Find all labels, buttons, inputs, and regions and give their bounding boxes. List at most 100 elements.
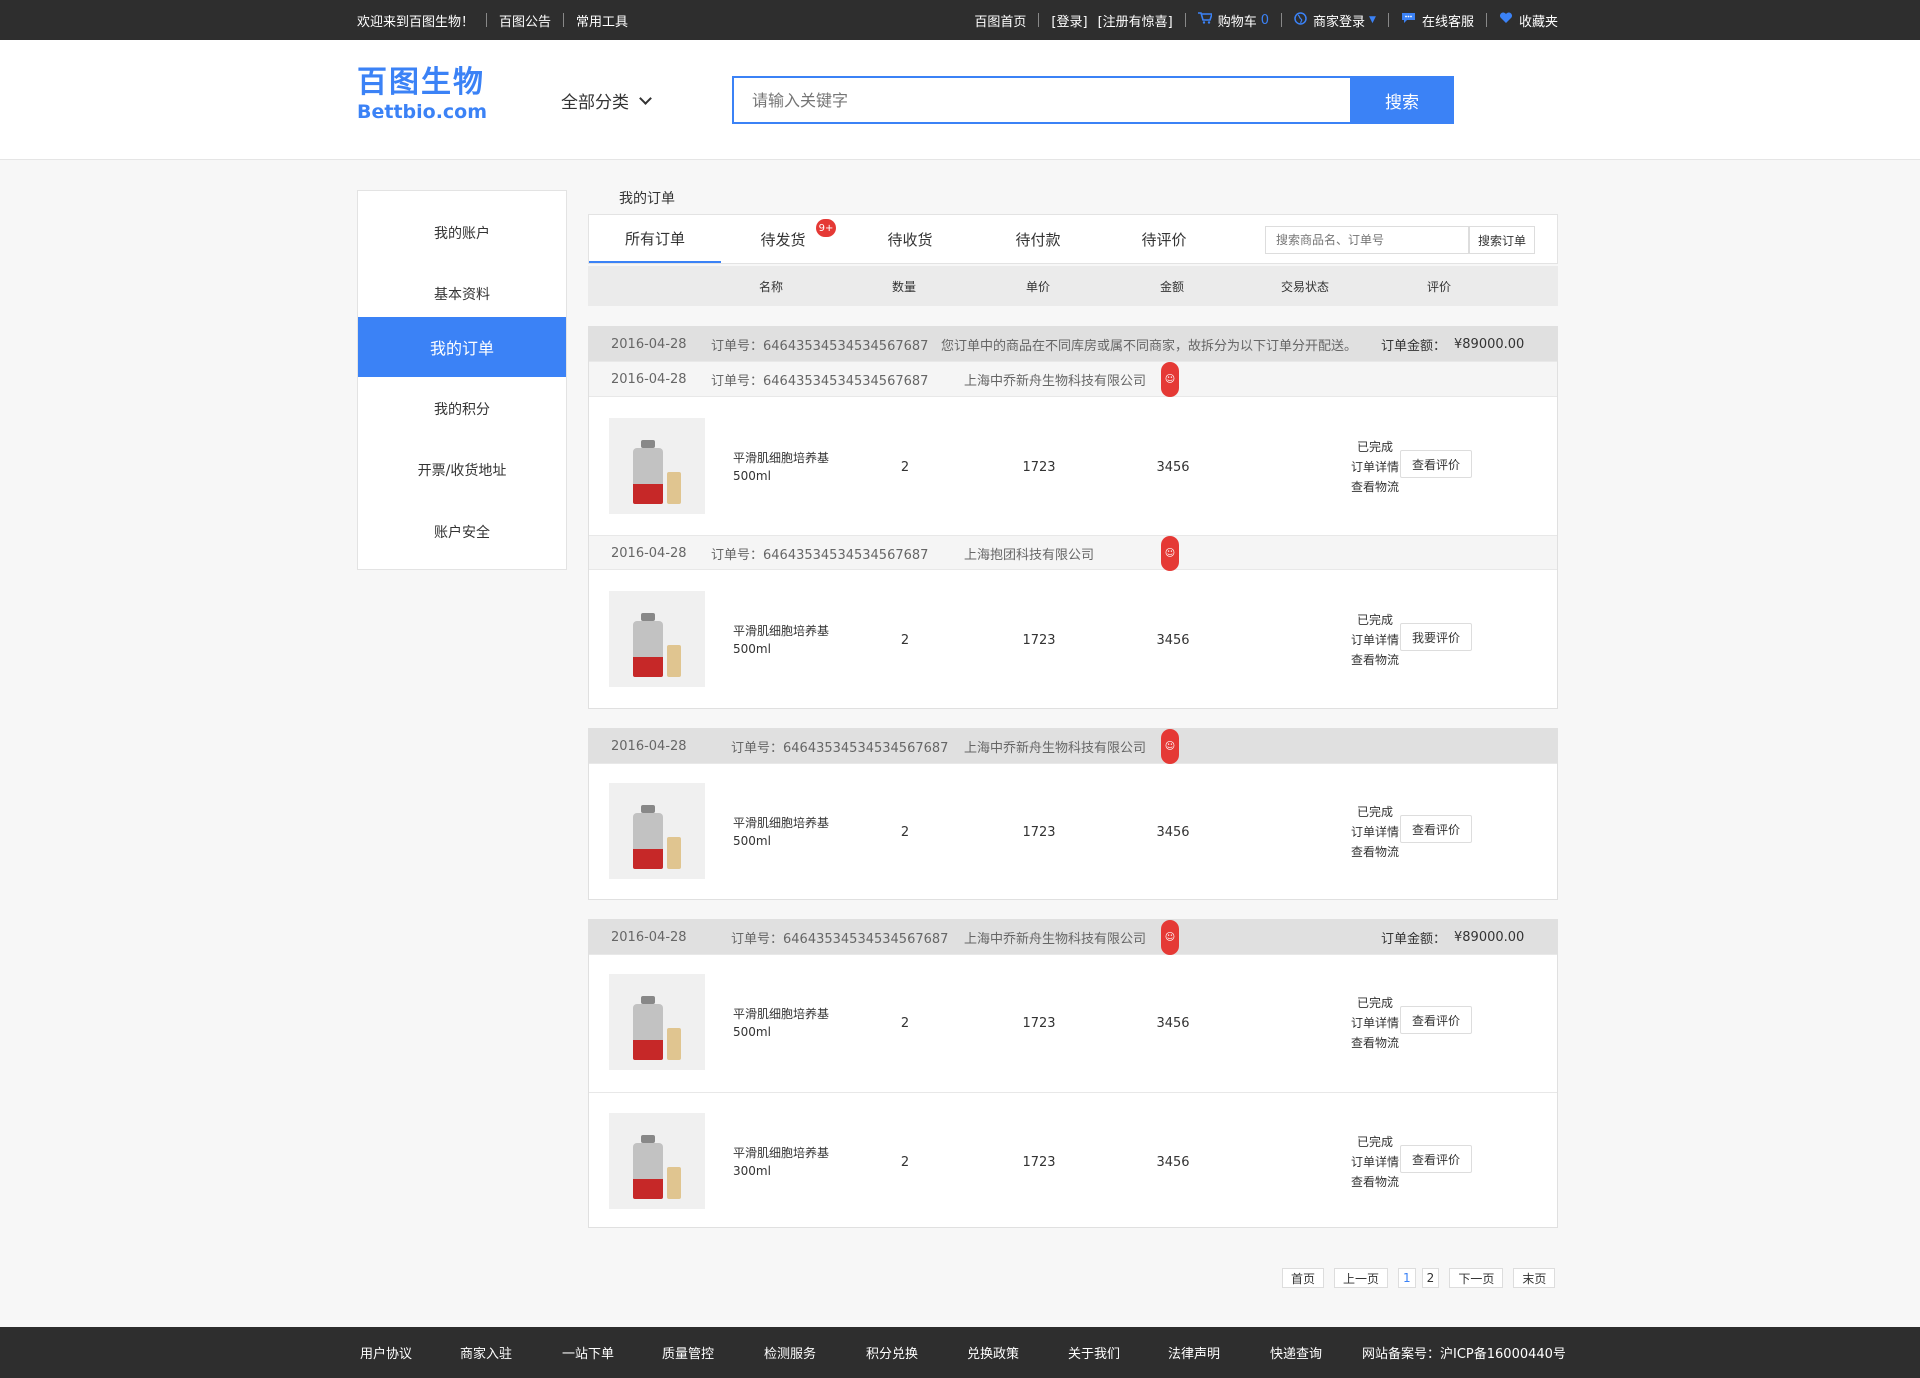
amount: 3456: [1156, 824, 1190, 840]
sidebar-item-profile[interactable]: 基本资料: [358, 264, 566, 324]
tab-all-orders[interactable]: 所有订单: [589, 215, 721, 263]
product-name[interactable]: 平滑肌细胞培养基 500ml: [733, 954, 829, 1092]
shop-name[interactable]: 上海抱团科技有限公司: [964, 536, 1094, 571]
product-image[interactable]: [609, 591, 705, 687]
tools-link[interactable]: 常用工具: [576, 11, 628, 30]
account-sidebar: 我的账户 基本资料 我的订单 我的积分 开票/收货地址 账户安全: [357, 190, 567, 570]
product-image[interactable]: [609, 783, 705, 879]
footer-link[interactable]: 法律声明: [1168, 1327, 1220, 1378]
order-number: 订单号：64643534534534567687: [711, 548, 929, 563]
product-title: 平滑肌细胞培养基: [733, 1146, 830, 1160]
order-detail-link[interactable]: 订单详情: [1351, 457, 1399, 477]
login-link[interactable]: [登录]: [1051, 11, 1087, 30]
first-page-button[interactable]: 首页: [1282, 1268, 1325, 1288]
product-name[interactable]: 平滑肌细胞培养基 500ml: [733, 398, 829, 536]
view-review-button[interactable]: 查看评价: [1400, 1145, 1472, 1173]
divider: [1281, 13, 1283, 27]
page-number[interactable]: 1: [1398, 1268, 1416, 1288]
order-header: 2016-04-28 订单号：64643534534534567687 上海中乔…: [589, 920, 1557, 955]
home-link[interactable]: 百图首页: [974, 11, 1026, 30]
sidebar-item-address[interactable]: 开票/收货地址: [358, 440, 566, 500]
tab-to-pay[interactable]: 待付款: [975, 215, 1101, 263]
footer-link[interactable]: 质量管控: [662, 1327, 714, 1378]
footer-link[interactable]: 检测服务: [764, 1327, 816, 1378]
table-header: 名称 数量 单价 金额 交易状态 评价: [588, 266, 1558, 306]
shop-name[interactable]: 上海中乔新舟生物科技有限公司: [964, 729, 1146, 764]
product-image[interactable]: [609, 974, 705, 1070]
view-review-button[interactable]: 查看评价: [1400, 1006, 1472, 1034]
chevron-down-icon: [639, 92, 652, 105]
quantity: 2: [900, 632, 910, 648]
shop-name[interactable]: 上海中乔新舟生物科技有限公司: [964, 362, 1146, 397]
category-dropdown[interactable]: 全部分类: [561, 88, 652, 113]
pagination: 首页 上一页 1 2 下一页 末页: [1272, 1268, 1556, 1288]
footer-link[interactable]: 关于我们: [1068, 1327, 1120, 1378]
order-group: 2016-04-28 订单号：64643534534534567687 上海中乔…: [588, 919, 1558, 1228]
search-input[interactable]: [732, 76, 1350, 124]
column-review: 评价: [1426, 279, 1452, 294]
register-link[interactable]: [注册有惊喜]: [1098, 11, 1173, 30]
sidebar-item-account[interactable]: 我的账户: [358, 203, 566, 263]
merchant-login-link[interactable]: 商家登录 ▼: [1294, 11, 1376, 30]
order-total: ¥89000.00: [1454, 337, 1525, 352]
next-page-button[interactable]: 下一页: [1449, 1268, 1504, 1288]
last-page-button[interactable]: 末页: [1513, 1268, 1556, 1288]
cart-link[interactable]: 购物车 0: [1197, 11, 1269, 30]
order-item-row: 平滑肌细胞培养基 300ml 2 1723 3456 已完成 订单详情 查看物流…: [589, 1092, 1557, 1230]
service-link[interactable]: 在线客服: [1401, 11, 1474, 30]
order-detail-link[interactable]: 订单详情: [1351, 1152, 1399, 1172]
order-detail-link[interactable]: 订单详情: [1351, 822, 1399, 842]
order-date: 2016-04-28: [611, 337, 687, 352]
order-tabs: 所有订单 待发货 9+ 待收货 待付款 待评价 搜索订单: [588, 214, 1558, 264]
logistics-link[interactable]: 查看物流: [1351, 650, 1399, 670]
footer-link[interactable]: 一站下单: [562, 1327, 614, 1378]
order-number: 订单号：64643534534534567687: [711, 374, 929, 389]
divider: [1485, 13, 1487, 27]
product-image[interactable]: [609, 418, 705, 514]
quantity: 2: [900, 1154, 910, 1170]
order-search-input[interactable]: [1265, 226, 1469, 254]
write-review-button[interactable]: 我要评价: [1400, 623, 1472, 651]
site-footer: 用户协议 商家入驻 一站下单 质量管控 检测服务 积分兑换 兑换政策 关于我们 …: [0, 1327, 1920, 1378]
footer-link[interactable]: 快递查询: [1270, 1327, 1322, 1378]
product-spec: 300ml: [733, 1164, 771, 1178]
product-name[interactable]: 平滑肌细胞培养基 300ml: [733, 1093, 829, 1231]
order-detail-link[interactable]: 订单详情: [1351, 630, 1399, 650]
sidebar-item-security[interactable]: 账户安全: [358, 502, 566, 562]
logistics-link[interactable]: 查看物流: [1351, 1033, 1399, 1053]
product-name[interactable]: 平滑肌细胞培养基 500ml: [733, 571, 829, 709]
prev-page-button[interactable]: 上一页: [1334, 1268, 1389, 1288]
order-detail-link[interactable]: 订单详情: [1351, 1013, 1399, 1033]
order-group: 2016-04-28 订单号：64643534534534567687 您订单中…: [588, 326, 1558, 709]
footer-link[interactable]: 商家入驻: [460, 1327, 512, 1378]
logistics-link[interactable]: 查看物流: [1351, 842, 1399, 862]
product-title: 平滑肌细胞培养基: [733, 451, 830, 465]
tab-to-receive[interactable]: 待收货: [845, 215, 975, 263]
divider: [1387, 13, 1389, 27]
footer-link[interactable]: 兑换政策: [967, 1327, 1019, 1378]
order-item-row: 平滑肌细胞培养基 500ml 2 1723 3456 已完成 订单详情 查看物流…: [589, 571, 1557, 709]
product-name[interactable]: 平滑肌细胞培养基 500ml: [733, 763, 829, 901]
logo[interactable]: 百图生物 Bettbio.com: [357, 66, 487, 124]
unit-price: 1723: [1022, 459, 1056, 475]
favorites-link[interactable]: 收藏夹: [1499, 11, 1558, 30]
view-review-button[interactable]: 查看评价: [1400, 450, 1472, 478]
sidebar-item-points[interactable]: 我的积分: [358, 379, 566, 439]
footer-link[interactable]: 积分兑换: [866, 1327, 918, 1378]
order-search-button[interactable]: 搜索订单: [1469, 226, 1535, 254]
split-notice: 您订单中的商品在不同库房或属不同商家，故拆分为以下订单分开配送。: [941, 339, 1358, 354]
notice-link[interactable]: 百图公告: [499, 11, 551, 30]
divider: [486, 13, 488, 27]
view-review-button[interactable]: 查看评价: [1400, 815, 1472, 843]
product-image[interactable]: [609, 1113, 705, 1209]
shop-name[interactable]: 上海中乔新舟生物科技有限公司: [964, 920, 1146, 955]
unit-price: 1723: [1022, 1154, 1056, 1170]
search-button[interactable]: 搜索: [1350, 76, 1454, 124]
sidebar-item-orders[interactable]: 我的订单: [358, 317, 566, 377]
tab-to-review[interactable]: 待评价: [1101, 215, 1227, 263]
footer-link[interactable]: 用户协议: [360, 1327, 412, 1378]
page-number[interactable]: 2: [1421, 1268, 1440, 1288]
logistics-link[interactable]: 查看物流: [1351, 1172, 1399, 1192]
column-amount: 金额: [1159, 279, 1185, 294]
logistics-link[interactable]: 查看物流: [1351, 477, 1399, 497]
